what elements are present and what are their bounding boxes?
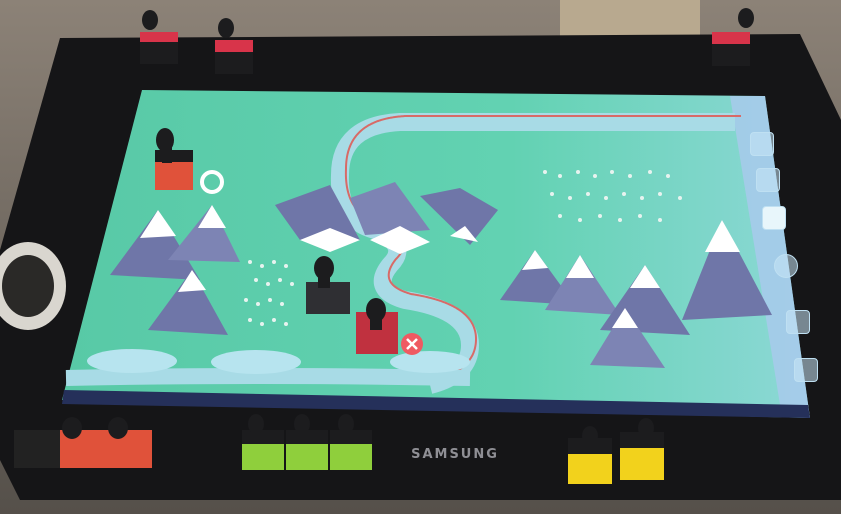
wall-cabinet	[560, 0, 700, 40]
globe-icon[interactable]	[774, 254, 798, 278]
tabletop-scene	[0, 0, 841, 514]
layers-icon[interactable]	[756, 168, 780, 192]
arrow-icon[interactable]	[786, 310, 810, 334]
token-group-bottom-center[interactable]	[242, 414, 372, 470]
device-brand-label: SAMSUNG	[411, 447, 499, 462]
map-tile-icon[interactable]	[750, 132, 774, 156]
person-icon[interactable]	[794, 358, 818, 382]
grid-icon[interactable]	[762, 206, 786, 230]
